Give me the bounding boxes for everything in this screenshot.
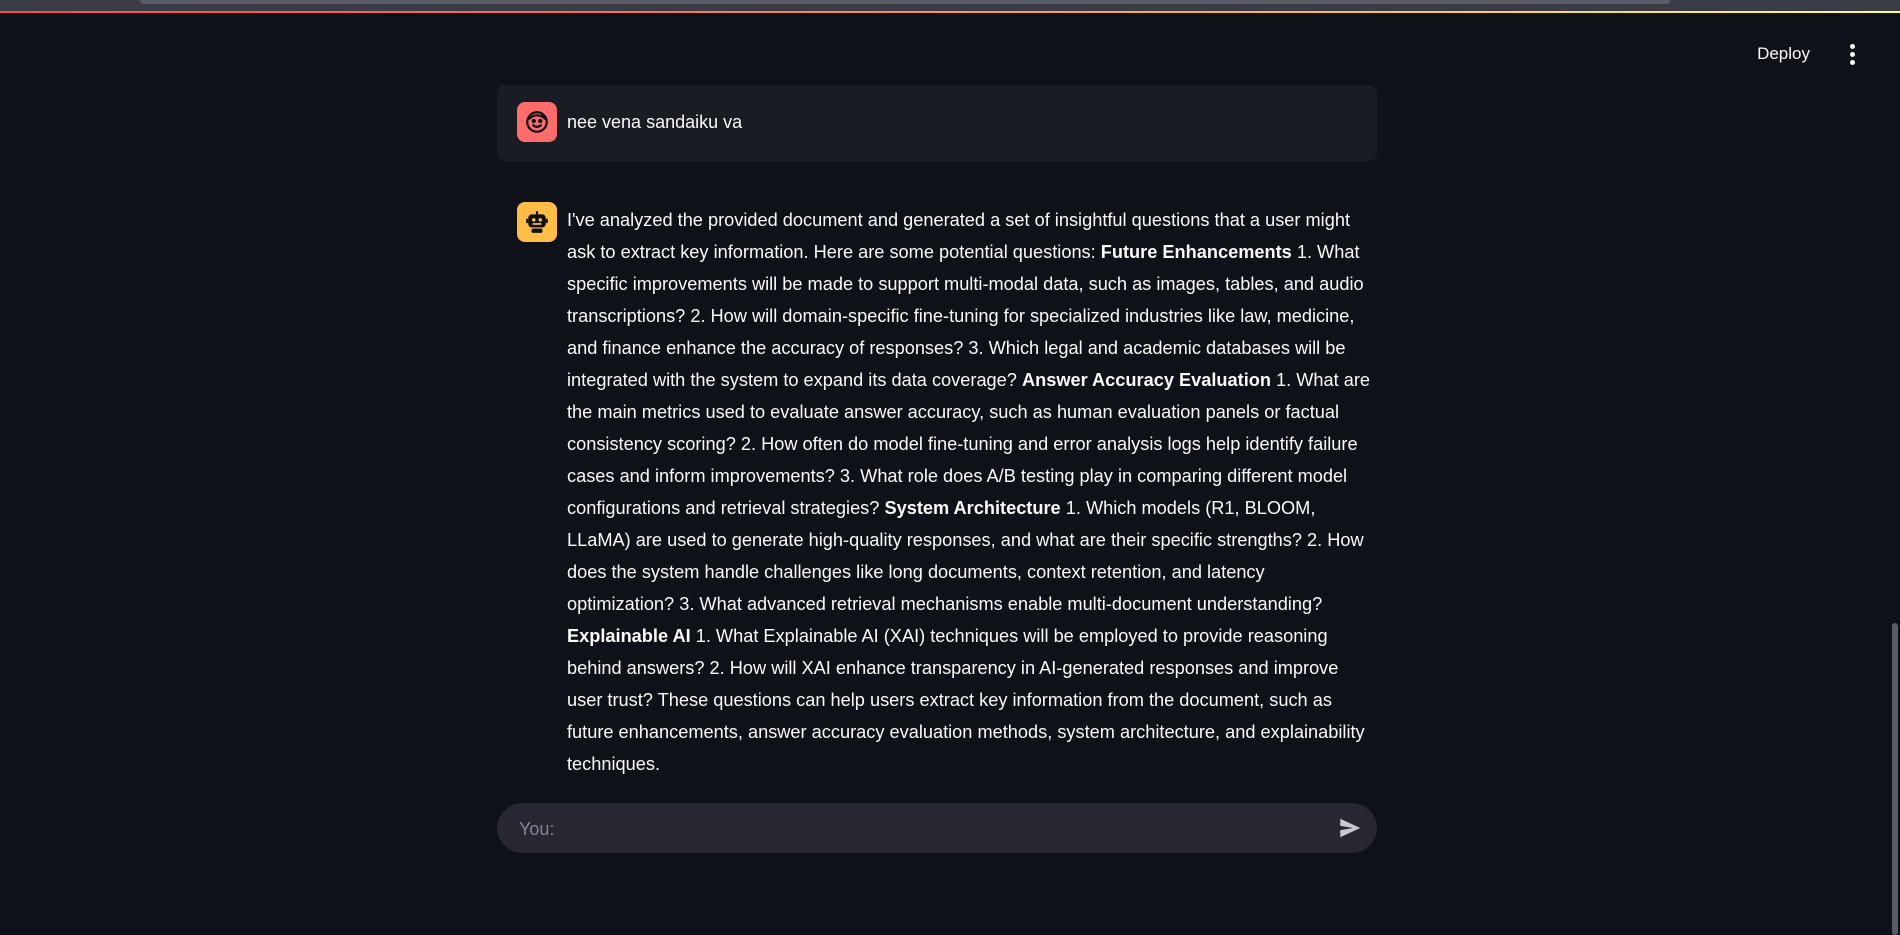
section-heading-answer-accuracy: Answer Accuracy Evaluation [1021, 370, 1271, 390]
message-segment: 1. What Explainable AI (XAI) techniques … [567, 626, 1365, 774]
section-heading-explainable-ai: Explainable AI [567, 626, 691, 646]
scrollbar[interactable] [1890, 13, 1900, 935]
message-segment: 1. What are the main metrics used to eva… [567, 370, 1371, 518]
robot-icon [517, 202, 557, 242]
user-face-icon [517, 102, 557, 142]
message-segment: 1. What specific improvements will be ma… [567, 242, 1364, 390]
user-message-text: nee vena sandaiku va [567, 112, 743, 132]
section-heading-future-enhancements: Future Enhancements [1100, 242, 1292, 262]
header-actions: Deploy [1751, 40, 1862, 68]
header-decoration-line [0, 11, 1900, 13]
browser-top-strip-inner [140, 0, 1670, 4]
chat-input[interactable] [517, 803, 1321, 855]
deploy-button[interactable]: Deploy [1751, 40, 1816, 68]
assistant-message-text: I've analyzed the provided document and … [567, 204, 1375, 780]
user-message: nee vena sandaiku va [497, 85, 1377, 161]
browser-top-strip [0, 0, 1900, 11]
more-vert-icon[interactable] [1842, 42, 1862, 66]
scrollbar-thumb[interactable] [1892, 623, 1898, 935]
section-heading-system-architecture: System Architecture [884, 498, 1061, 518]
send-icon[interactable] [1335, 813, 1365, 843]
chat-input-container [497, 803, 1377, 855]
